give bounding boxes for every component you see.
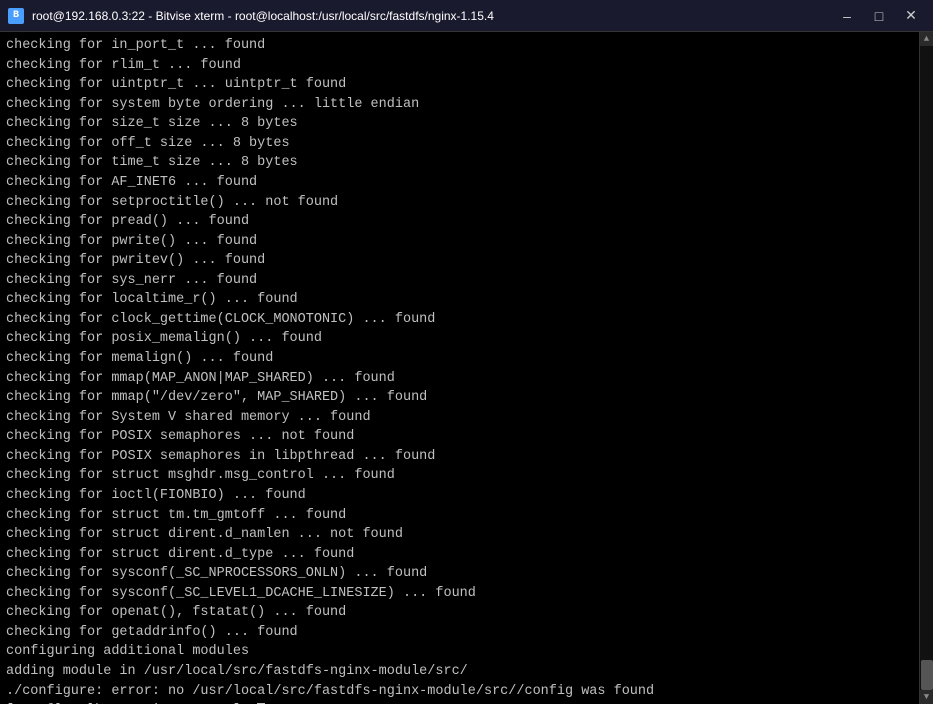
terminal-line: checking for pwritev() ... found xyxy=(6,251,913,271)
terminal-line: checking for System V shared memory ... … xyxy=(6,408,913,428)
scroll-up-arrow[interactable]: ▲ xyxy=(920,32,933,46)
terminal-line: checking for POSIX semaphores ... not fo… xyxy=(6,427,913,447)
terminal-line: checking for pwrite() ... found xyxy=(6,232,913,252)
app-window: B root@192.168.0.3:22 - Bitvise xterm - … xyxy=(0,0,933,704)
terminal-line: checking for struct dirent.d_type ... fo… xyxy=(6,545,913,565)
terminal-line: checking for uintptr_t ... uintptr_t fou… xyxy=(6,75,913,95)
terminal-line: checking for sys_nerr ... found xyxy=(6,271,913,291)
scrollbar-thumb[interactable] xyxy=(921,660,933,690)
terminal-line: checking for localtime_r() ... found xyxy=(6,290,913,310)
terminal-line: checking for mmap("/dev/zero", MAP_SHARE… xyxy=(6,388,913,408)
terminal-line: checking for struct msghdr.msg_control .… xyxy=(6,466,913,486)
terminal-line: checking for POSIX semaphores in libpthr… xyxy=(6,447,913,467)
scrollbar[interactable]: ▲ ▼ xyxy=(919,32,933,704)
minimize-button[interactable]: – xyxy=(833,6,861,26)
terminal-line: checking for off_t size ... 8 bytes xyxy=(6,134,913,154)
terminal-line: checking for time_t size ... 8 bytes xyxy=(6,153,913,173)
terminal-line: checking for getaddrinfo() ... found xyxy=(6,623,913,643)
terminal-line: checking for pread() ... found xyxy=(6,212,913,232)
terminal-line: checking for in_port_t ... found xyxy=(6,36,913,56)
terminal-line: checking for posix_memalign() ... found xyxy=(6,329,913,349)
scroll-down-arrow[interactable]: ▼ xyxy=(920,690,933,704)
window-title: root@192.168.0.3:22 - Bitvise xterm - ro… xyxy=(32,9,494,23)
app-icon: B xyxy=(8,8,24,24)
terminal-line: checking for system byte ordering ... li… xyxy=(6,95,913,115)
maximize-button[interactable]: □ xyxy=(865,6,893,26)
terminal-line: adding module in /usr/local/src/fastdfs-… xyxy=(6,662,913,682)
terminal-content[interactable]: checking for in_port_t ... foundchecking… xyxy=(0,32,919,704)
terminal-line: checking for clock_gettime(CLOCK_MONOTON… xyxy=(6,310,913,330)
title-bar: B root@192.168.0.3:22 - Bitvise xterm - … xyxy=(0,0,933,32)
terminal-line: checking for struct dirent.d_namlen ... … xyxy=(6,525,913,545)
window-controls: – □ ✕ xyxy=(833,6,925,26)
terminal-line: checking for sysconf(_SC_LEVEL1_DCACHE_L… xyxy=(6,584,913,604)
terminal-line: checking for sysconf(_SC_NPROCESSORS_ONL… xyxy=(6,564,913,584)
terminal-line: ./configure: error: no /usr/local/src/fa… xyxy=(6,682,913,702)
terminal-wrapper: checking for in_port_t ... foundchecking… xyxy=(0,32,933,704)
title-bar-left: B root@192.168.0.3:22 - Bitvise xterm - … xyxy=(8,8,494,24)
terminal-line: checking for openat(), fstatat() ... fou… xyxy=(6,603,913,623)
terminal-line: checking for size_t size ... 8 bytes xyxy=(6,114,913,134)
terminal-line: configuring additional modules xyxy=(6,642,913,662)
terminal-line: checking for struct tm.tm_gmtoff ... fou… xyxy=(6,506,913,526)
terminal-line: checking for rlim_t ... found xyxy=(6,56,913,76)
terminal-line: checking for memalign() ... found xyxy=(6,349,913,369)
terminal-line: checking for setproctitle() ... not foun… xyxy=(6,193,913,213)
terminal-line: checking for AF_INET6 ... found xyxy=(6,173,913,193)
terminal-line: checking for ioctl(FIONBIO) ... found xyxy=(6,486,913,506)
terminal-line: checking for mmap(MAP_ANON|MAP_SHARED) .… xyxy=(6,369,913,389)
scrollbar-track[interactable] xyxy=(920,46,933,690)
close-button[interactable]: ✕ xyxy=(897,6,925,26)
